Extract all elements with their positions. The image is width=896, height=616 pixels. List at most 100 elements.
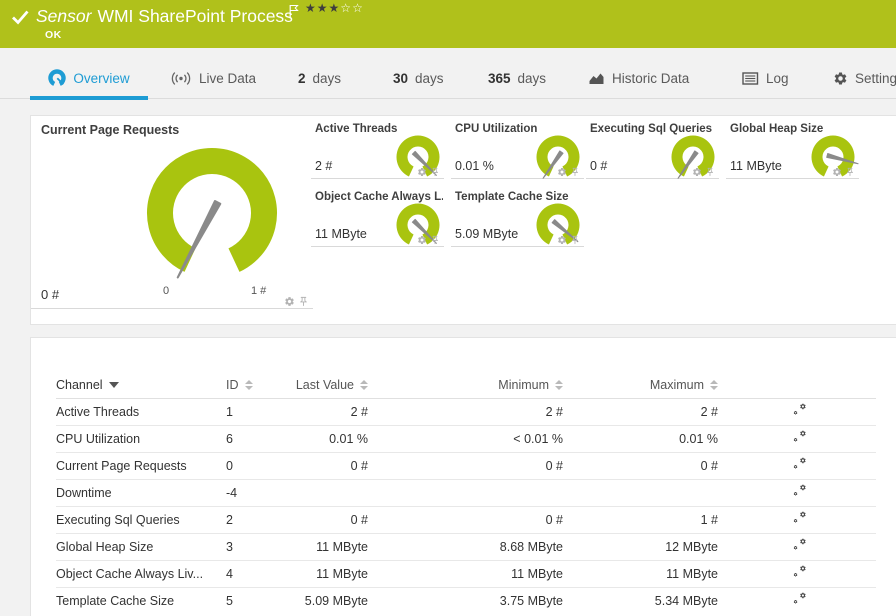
sort-icon: [710, 380, 718, 391]
maximum-value: 5.34 MByte: [571, 586, 726, 614]
favorite-flag-icon[interactable]: [289, 4, 299, 18]
last-value: 0.01 %: [286, 424, 376, 452]
channel-id: -4: [226, 478, 286, 506]
tab-settings[interactable]: Settings: [833, 48, 896, 99]
minimum-value: [376, 478, 571, 506]
tab-365-days[interactable]: 365 days: [488, 48, 546, 99]
gauge-scale-min: 0: [163, 285, 170, 297]
last-value: 0 #: [286, 505, 376, 533]
column-header-last-value[interactable]: Last Value: [286, 372, 376, 399]
star-icon[interactable]: ☆: [340, 1, 352, 15]
gauge-tile-template-cache-size[interactable]: Template Cache Size 5.09 MByte: [451, 184, 584, 247]
tab-label: days: [415, 70, 444, 86]
gauge-title: Current Page Requests: [41, 123, 180, 137]
channel-settings-icon[interactable]: [793, 538, 810, 553]
gauges-panel: Current Page Requests 0 1 # 0 # Active T…: [30, 115, 896, 325]
gear-icon[interactable]: [557, 235, 567, 245]
tab-log[interactable]: Log: [742, 48, 789, 99]
gear-icon[interactable]: [284, 296, 295, 307]
tab-label: Settings: [855, 70, 896, 86]
tab-label: days: [517, 70, 547, 86]
gauge-value: 11 MByte: [730, 159, 782, 173]
channel-id: 4: [226, 559, 286, 587]
channel-id: 6: [226, 424, 286, 452]
tab-number: 365: [488, 70, 511, 86]
area-chart-icon: [589, 73, 604, 84]
channel-name: Downtime: [56, 478, 226, 506]
pin-icon[interactable]: [430, 167, 440, 177]
tab-label: Log: [766, 70, 789, 86]
channel-settings-icon[interactable]: [793, 430, 810, 445]
channel-id: 2: [226, 505, 286, 533]
gear-icon[interactable]: [417, 235, 427, 245]
gauge-tile-executing-sql-queries[interactable]: Executing Sql Queries 0 #: [586, 116, 719, 179]
minimum-value: 8.68 MByte: [376, 532, 571, 560]
pin-icon[interactable]: [570, 235, 580, 245]
channel-settings-icon[interactable]: [793, 403, 810, 418]
pin-icon[interactable]: [570, 167, 580, 177]
star-icon[interactable]: ★: [329, 1, 341, 15]
gauge-tile-current-page-requests[interactable]: Current Page Requests 0 1 # 0 #: [31, 116, 313, 309]
gear-icon[interactable]: [832, 167, 842, 177]
page-title: WMI SharePoint Process: [97, 6, 293, 26]
tab-number: 30: [393, 70, 409, 86]
column-header-settings: [726, 372, 876, 399]
gauge-tile-cpu-utilization[interactable]: CPU Utilization 0.01 %: [451, 116, 584, 179]
maximum-value: [571, 478, 726, 506]
tab-label: Historic Data: [612, 70, 690, 86]
column-header-maximum[interactable]: Maximum: [571, 372, 726, 399]
tab-live-data[interactable]: Live Data: [170, 48, 256, 99]
tab-2-days[interactable]: 2 days: [298, 48, 341, 99]
gauge-value: 11 MByte: [315, 227, 367, 241]
tab-overview[interactable]: Overview: [30, 48, 148, 100]
star-icon[interactable]: ★: [317, 1, 329, 15]
channel-table-panel: Channel ID Last Value Minimum Maximum Ac…: [30, 337, 896, 616]
gear-icon[interactable]: [557, 167, 567, 177]
last-value: 11 MByte: [286, 532, 376, 560]
tab-30-days[interactable]: 30 days: [393, 48, 444, 99]
last-value: [286, 478, 376, 506]
channel-settings-icon[interactable]: [793, 565, 810, 580]
maximum-value: 0 #: [571, 451, 726, 479]
gauge-tile-active-threads[interactable]: Active Threads 2 #: [311, 116, 444, 179]
table-row: Global Heap Size 3 11 MByte 8.68 MByte 1…: [56, 532, 876, 560]
last-value: 2 #: [286, 397, 376, 425]
minimum-value: 2 #: [376, 397, 571, 425]
table-row: CPU Utilization 6 0.01 % < 0.01 % 0.01 %: [56, 424, 876, 452]
list-icon: [742, 71, 759, 85]
pin-icon[interactable]: [845, 167, 855, 177]
gauge-tile-object-cache[interactable]: Object Cache Always L... 11 MByte: [311, 184, 444, 247]
column-header-minimum[interactable]: Minimum: [376, 372, 571, 399]
small-gauge: [671, 135, 715, 179]
channel-settings-icon[interactable]: [793, 457, 810, 472]
minimum-value: 0 #: [376, 505, 571, 533]
pin-icon[interactable]: [430, 235, 440, 245]
gear-icon[interactable]: [692, 167, 702, 177]
channel-name: Global Heap Size: [56, 532, 226, 560]
priority-stars[interactable]: ★★★☆☆: [305, 1, 364, 15]
star-icon[interactable]: ☆: [352, 1, 364, 15]
tab-historic-data[interactable]: Historic Data: [588, 48, 689, 99]
tab-label: Overview: [73, 70, 130, 86]
channel-settings-icon[interactable]: [793, 511, 810, 526]
sort-desc-icon: [108, 382, 119, 389]
channel-name: Active Threads: [56, 397, 226, 425]
channel-name: Template Cache Size: [56, 586, 226, 614]
small-gauge: [811, 135, 859, 177]
channel-settings-icon[interactable]: [793, 484, 810, 499]
channel-name: Object Cache Always Liv...: [56, 559, 226, 587]
column-header-id[interactable]: ID: [226, 372, 286, 399]
maximum-value: 2 #: [571, 397, 726, 425]
gauge-tile-global-heap-size[interactable]: Global Heap Size 11 MByte: [726, 116, 859, 179]
star-icon[interactable]: ★: [305, 1, 317, 15]
pin-icon[interactable]: [705, 167, 715, 177]
table-row: Active Threads 1 2 # 2 # 2 #: [56, 397, 876, 425]
gear-icon: [833, 71, 848, 86]
column-header-channel[interactable]: Channel: [56, 372, 226, 399]
gear-icon[interactable]: [417, 167, 427, 177]
pin-icon[interactable]: [298, 296, 309, 307]
table-row: Template Cache Size 5 5.09 MByte 3.75 MB…: [56, 586, 876, 614]
channel-settings-icon[interactable]: [793, 592, 810, 607]
gauge-value: 0 #: [41, 287, 60, 302]
last-value: 11 MByte: [286, 559, 376, 587]
